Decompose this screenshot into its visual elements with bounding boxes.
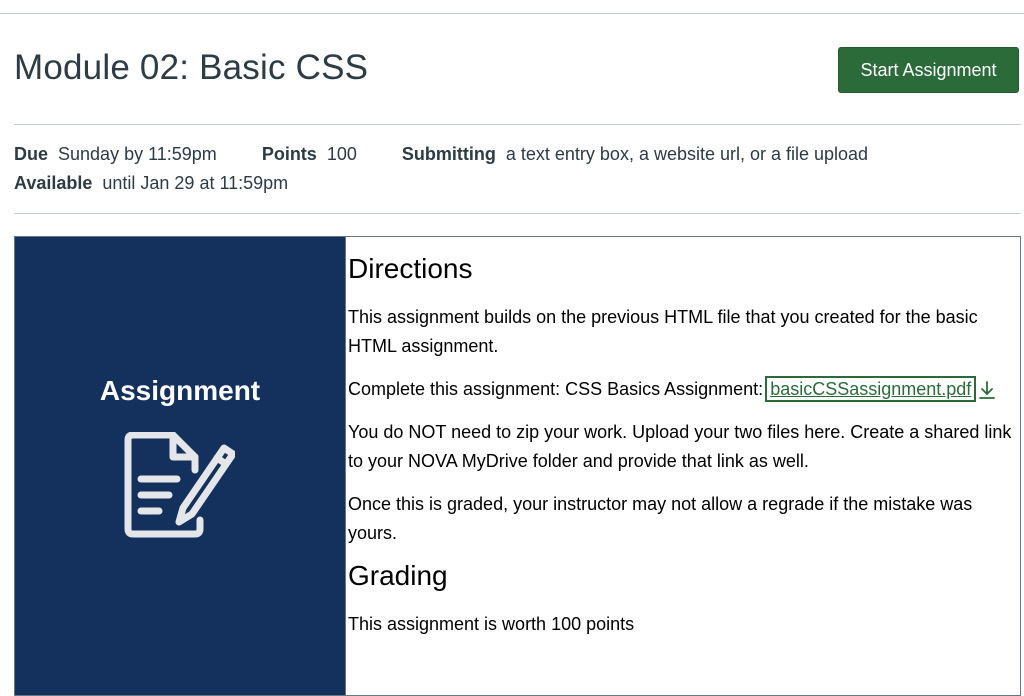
due-value: Sunday by 11:59pm — [58, 144, 217, 164]
directions-paragraph-4: Once this is graded, your instructor may… — [348, 494, 973, 543]
points-value: 100 — [326, 144, 357, 164]
directions-paragraph-2: Complete this assignment: CSS Basics Ass… — [348, 375, 1018, 404]
available-label: Available — [14, 173, 93, 193]
assignment-content: Directions This assignment builds on the… — [348, 237, 1018, 639]
page-title: Module 02: Basic CSS — [14, 48, 369, 87]
points-label: Points — [261, 144, 317, 164]
submitting-detail: Submitting a text entry box, a website ur… — [402, 144, 868, 165]
assignment-banner: Assignment — [15, 237, 346, 695]
available-value: until Jan 29 at 11:59pm — [102, 173, 289, 193]
grading-heading: Grading — [348, 560, 448, 591]
directions-paragraph-3: You do NOT need to zip your work. Upload… — [348, 422, 1012, 471]
banner-label: Assignment — [99, 375, 261, 406]
file-link[interactable]: basicCSSassignment.pdf — [765, 376, 977, 402]
directions-paragraph-1: This assignment builds on the previous H… — [348, 307, 978, 356]
start-assignment-button[interactable]: Start Assignment — [838, 47, 1019, 93]
due-label: Due — [14, 144, 49, 164]
due-detail: Due Sunday by 11:59pm — [14, 144, 217, 165]
details-divider-top — [14, 124, 1021, 125]
assignment-details-row-2: Available until Jan 29 at 11:59pm — [14, 173, 328, 194]
directions-heading: Directions — [348, 253, 473, 284]
top-divider — [0, 13, 1024, 14]
submitting-label: Submitting — [401, 144, 496, 164]
assignment-description-panel: Assignment Directions This assignment bu… — [14, 236, 1021, 696]
assignment-edit-icon — [124, 432, 235, 538]
assignment-link-prefix: Complete this assignment: CSS Basics Ass… — [348, 379, 769, 399]
details-divider-bottom — [14, 213, 1021, 214]
available-detail: Available until Jan 29 at 11:59pm — [14, 173, 288, 194]
grading-paragraph: This assignment is worth 100 points — [348, 614, 635, 634]
download-icon[interactable] — [977, 379, 997, 401]
submitting-value: a text entry box, a website url, or a fi… — [505, 144, 869, 164]
points-detail: Points 100 — [262, 144, 357, 165]
assignment-details-row-1: Due Sunday by 11:59pm Points 100 Submittin… — [14, 144, 908, 165]
